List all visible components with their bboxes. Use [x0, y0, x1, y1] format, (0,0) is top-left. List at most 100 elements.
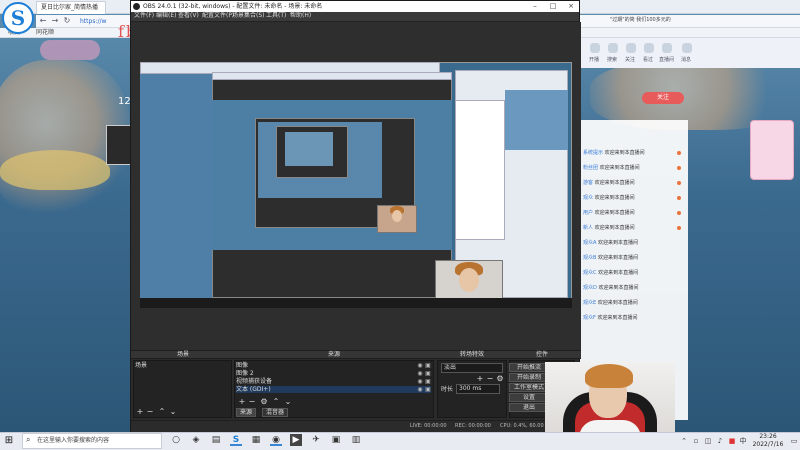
nav-label[interactable]: 看过: [643, 56, 653, 63]
search-icon[interactable]: [608, 43, 618, 53]
task-view-icon[interactable]: ○: [170, 434, 182, 446]
chat-username[interactable]: 新人: [583, 225, 593, 231]
live-icon[interactable]: [590, 43, 600, 53]
start-recording-button[interactable]: 开始录制: [509, 373, 549, 382]
lock-icon[interactable]: ▣: [425, 363, 431, 369]
move-up-icon[interactable]: ⌃: [158, 408, 166, 416]
nav-label[interactable]: 开播: [589, 56, 599, 63]
visibility-eye-icon[interactable]: ◉: [417, 379, 423, 385]
scene-item[interactable]: 场景: [135, 362, 147, 369]
nav-label[interactable]: 关注: [625, 56, 635, 63]
visibility-eye-icon[interactable]: ◉: [417, 371, 423, 377]
exit-button[interactable]: 退出: [509, 403, 549, 412]
minimize-icon[interactable]: –: [527, 1, 543, 12]
chat-username[interactable]: 观众A: [583, 240, 596, 246]
menu-file[interactable]: 文件(F): [134, 12, 154, 20]
nav-label[interactable]: 直播间: [659, 56, 674, 63]
volume-icon[interactable]: ♪: [716, 437, 724, 445]
browser-tab[interactable]: 夏日比尔家_简情热播: [36, 1, 106, 14]
source-item[interactable]: 文本 (GDI+): [236, 386, 431, 393]
app-icon[interactable]: ✈: [310, 434, 322, 446]
input-method-icon[interactable]: 中: [739, 437, 747, 445]
maximize-icon[interactable]: □: [545, 1, 561, 12]
media-player-icon[interactable]: ▶: [290, 434, 302, 446]
menu-view[interactable]: 查看(V): [178, 12, 199, 20]
menu-help[interactable]: 帮助(H): [290, 12, 311, 20]
chat-username[interactable]: 系统提示: [583, 150, 603, 156]
menu-profile[interactable]: 配置文件(P): [202, 12, 234, 20]
close-icon[interactable]: ×: [563, 1, 579, 12]
chat-username[interactable]: 观众D: [583, 285, 597, 291]
forward-icon[interactable]: →: [50, 16, 60, 26]
chat-username[interactable]: 观众F: [583, 315, 596, 321]
nav-label[interactable]: 搜索: [607, 56, 617, 63]
bookmark-item[interactable]: 同花顺: [36, 29, 54, 37]
transition-select[interactable]: 淡出: [441, 363, 503, 373]
chat-username[interactable]: 观众C: [583, 270, 597, 276]
add-source-button[interactable]: +: [238, 398, 246, 406]
taskbar-search-input[interactable]: 在这里输入你要搜索的内容: [22, 433, 162, 449]
tab-mixer[interactable]: 混音器: [262, 408, 289, 417]
room-icon[interactable]: [662, 43, 672, 53]
tab-sources[interactable]: 来源: [236, 408, 257, 417]
chat-username[interactable]: 用户: [583, 210, 593, 216]
menu-edit[interactable]: 编辑(E): [156, 12, 176, 20]
nested-webcam-face: [392, 210, 402, 222]
chat-username[interactable]: 游客: [583, 180, 593, 186]
follow-icon[interactable]: [626, 43, 636, 53]
visibility-eye-icon[interactable]: ◉: [417, 387, 423, 393]
refresh-icon[interactable]: ↻: [62, 16, 72, 26]
lock-icon[interactable]: ▣: [425, 371, 431, 377]
store-icon[interactable]: ▦: [250, 434, 262, 446]
source-item[interactable]: 图像 2: [236, 370, 254, 377]
source-settings-icon[interactable]: ⚙: [260, 398, 268, 406]
lock-icon[interactable]: ▣: [425, 379, 431, 385]
chat-username[interactable]: 观众: [583, 195, 593, 201]
start-streaming-button[interactable]: 开始推流: [509, 363, 549, 372]
follow-button[interactable]: 关注: [642, 92, 684, 104]
browser-logo-icon[interactable]: S: [2, 2, 34, 34]
chat-username[interactable]: 观众E: [583, 300, 596, 306]
lock-icon[interactable]: ▣: [425, 387, 431, 393]
nav-label[interactable]: 消息: [681, 56, 691, 63]
chat-username[interactable]: 粉丝团: [583, 165, 598, 171]
duration-input[interactable]: 300 ms: [456, 384, 500, 394]
settings-button[interactable]: 设置: [509, 393, 549, 402]
clock-date[interactable]: 2022/7/16: [748, 441, 788, 449]
windows-start-icon[interactable]: ⊞: [3, 435, 15, 447]
message-icon[interactable]: [682, 43, 692, 53]
studio-mode-button[interactable]: 工作室模式: [509, 383, 549, 392]
history-icon[interactable]: [644, 43, 654, 53]
file-explorer-icon[interactable]: ▤: [210, 434, 222, 446]
move-down-icon[interactable]: ⌄: [284, 398, 292, 406]
edge-browser-icon[interactable]: ◈: [190, 434, 202, 446]
remove-transition-button[interactable]: −: [486, 375, 494, 383]
app-icon[interactable]: ▣: [330, 434, 342, 446]
move-up-icon[interactable]: ⌃: [272, 398, 280, 406]
chat-text: 欢迎来到本直播间: [594, 180, 635, 186]
menu-scene-collection[interactable]: 场景集合(S): [232, 12, 265, 20]
tray-app-icon[interactable]: ▫: [692, 437, 700, 445]
transition-settings-icon[interactable]: ⚙: [496, 375, 504, 383]
browser-s-icon[interactable]: S: [230, 434, 242, 446]
back-icon[interactable]: ←: [38, 16, 48, 26]
source-item[interactable]: 图像: [236, 362, 248, 369]
promo-banner[interactable]: [750, 120, 794, 180]
tray-red-icon[interactable]: ■: [728, 437, 736, 445]
source-item[interactable]: 视频捕获设备: [236, 378, 272, 385]
network-icon[interactable]: ◫: [704, 437, 712, 445]
right-tab-text[interactable]: "过期"的简 我们100多元的: [610, 16, 671, 24]
add-transition-button[interactable]: +: [476, 375, 484, 383]
add-scene-button[interactable]: +: [136, 408, 144, 416]
chat-username[interactable]: 观众B: [583, 255, 596, 261]
remove-scene-button[interactable]: −: [146, 408, 154, 416]
clock-time[interactable]: 23:26: [748, 433, 788, 441]
obs-taskbar-icon[interactable]: ◉: [270, 434, 282, 446]
remove-source-button[interactable]: −: [248, 398, 256, 406]
tray-chevron-icon[interactable]: ⌃: [680, 437, 688, 445]
notification-icon[interactable]: ▭: [790, 437, 798, 445]
move-down-icon[interactable]: ⌄: [169, 408, 177, 416]
visibility-eye-icon[interactable]: ◉: [417, 363, 423, 369]
menu-tools[interactable]: 工具(T): [266, 12, 286, 20]
app-icon[interactable]: ▥: [350, 434, 362, 446]
